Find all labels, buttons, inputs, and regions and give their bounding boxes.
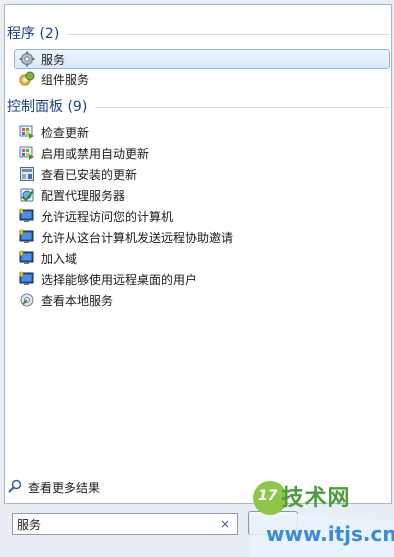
result-item-label: 允许从这台计算机发送远程协助邀请 bbox=[41, 230, 234, 245]
admin-tools-icon bbox=[19, 292, 35, 308]
component-services-icon bbox=[19, 71, 35, 87]
result-item-view-local-services[interactable]: 查看本地服务 bbox=[14, 290, 390, 310]
result-item-label: 查看已安装的更新 bbox=[41, 167, 138, 182]
watermark-logo-text: 技术网 bbox=[281, 486, 351, 511]
system-shield-icon bbox=[19, 208, 35, 224]
internet-options-icon bbox=[19, 187, 35, 203]
search-input[interactable] bbox=[17, 515, 217, 533]
result-item-allow-remote-access[interactable]: 允许远程访问您的计算机 bbox=[14, 206, 390, 226]
control-panel-section-header: 控制面板 (9) bbox=[7, 96, 390, 116]
watermark-logo: 17 技术网 bbox=[258, 480, 351, 512]
result-item-join-domain[interactable]: 加入域 bbox=[14, 248, 390, 268]
section-divider bbox=[67, 33, 390, 35]
result-item-label: 配置代理服务器 bbox=[41, 188, 126, 203]
installed-updates-icon bbox=[19, 166, 35, 182]
result-item-component-services[interactable]: 组件服务 bbox=[14, 69, 390, 89]
result-item-label: 服务 bbox=[41, 52, 66, 67]
section-divider bbox=[95, 106, 390, 108]
clear-search-icon[interactable]: × bbox=[217, 516, 233, 532]
system-shield-icon bbox=[19, 229, 35, 245]
result-item-proxy-server[interactable]: 配置代理服务器 bbox=[14, 185, 390, 205]
system-shield-icon bbox=[19, 271, 35, 287]
result-item-label: 选择能够使用远程桌面的用户 bbox=[41, 272, 198, 287]
result-item-label: 启用或禁用自动更新 bbox=[41, 146, 150, 161]
start-search-box[interactable]: × bbox=[12, 513, 238, 535]
windows-update-icon bbox=[19, 124, 35, 140]
system-shield-icon bbox=[19, 250, 35, 266]
control-panel-header-label: 控制面板 (9) bbox=[7, 99, 88, 115]
windows-update-icon bbox=[19, 145, 35, 161]
result-item-services[interactable]: 服务 bbox=[14, 49, 390, 69]
watermark-logo-number: 17 bbox=[258, 488, 278, 504]
result-item-label: 加入域 bbox=[41, 251, 78, 266]
result-item-installed-updates[interactable]: 查看已安装的更新 bbox=[14, 164, 390, 184]
result-item-label: 查看本地服务 bbox=[41, 293, 114, 308]
result-item-send-remote-assistance[interactable]: 允许从这台计算机发送远程协助邀请 bbox=[14, 227, 390, 247]
result-item-label: 检查更新 bbox=[41, 125, 90, 140]
programs-header-label: 程序 (2) bbox=[7, 26, 60, 42]
result-item-label: 允许远程访问您的计算机 bbox=[41, 209, 174, 224]
search-icon bbox=[8, 479, 22, 496]
result-item-check-updates[interactable]: 检查更新 bbox=[14, 122, 390, 142]
see-more-results-link[interactable]: 查看更多结果 bbox=[8, 477, 100, 497]
watermark-url: www.itjs.cn bbox=[266, 522, 394, 546]
watermark: 17 技术网 www.itjs.cn bbox=[250, 478, 394, 557]
result-item-label: 组件服务 bbox=[41, 72, 90, 87]
result-item-toggle-auto-update[interactable]: 启用或禁用自动更新 bbox=[14, 143, 390, 163]
services-gear-icon bbox=[19, 51, 35, 67]
result-item-remote-desktop-users[interactable]: 选择能够使用远程桌面的用户 bbox=[14, 269, 390, 289]
programs-section-header: 程序 (2) bbox=[7, 23, 390, 43]
see-more-results-label: 查看更多结果 bbox=[28, 480, 101, 495]
